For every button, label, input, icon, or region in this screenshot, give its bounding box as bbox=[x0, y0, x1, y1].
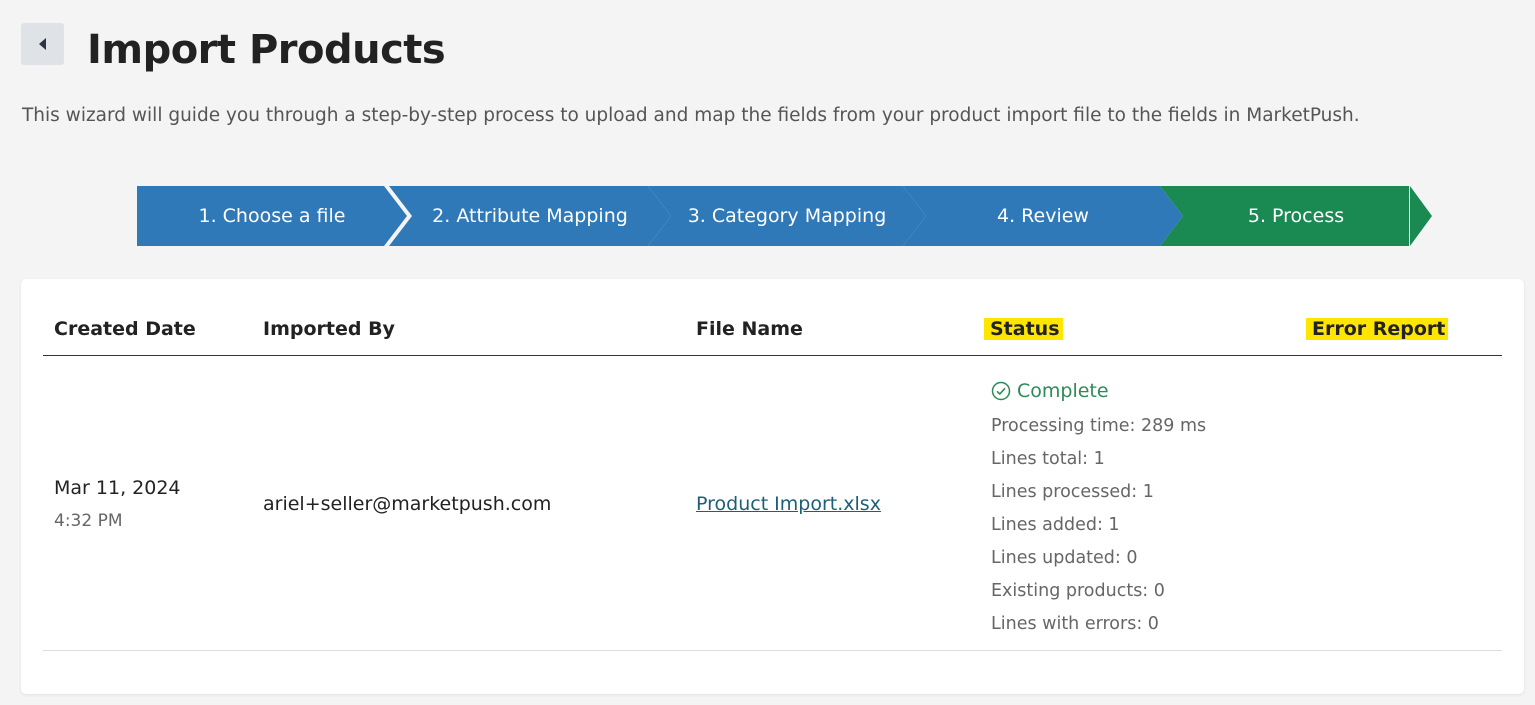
column-header-file-name: File Name bbox=[696, 318, 803, 340]
lines-updated: Lines updated: 0 bbox=[991, 548, 1138, 568]
step-label: 3. Category Mapping bbox=[687, 205, 887, 227]
lines-processed: Lines processed: 1 bbox=[991, 482, 1154, 502]
step-attribute-mapping[interactable]: 2. Attribute Mapping bbox=[389, 186, 671, 246]
lines-with-errors: Lines with errors: 0 bbox=[991, 614, 1159, 634]
wizard-steps: 1. Choose a file 2. Attribute Mapping 3.… bbox=[137, 186, 1437, 246]
column-header-status: Status bbox=[984, 317, 1063, 341]
step-review[interactable]: 4. Review bbox=[903, 186, 1183, 246]
step-label: 4. Review bbox=[997, 205, 1089, 227]
step-category-mapping[interactable]: 3. Category Mapping bbox=[648, 186, 926, 246]
column-header-imported-by: Imported By bbox=[263, 318, 395, 340]
column-header-error-report: Error Report bbox=[1306, 317, 1449, 341]
page-title: Import Products bbox=[87, 27, 446, 73]
page-subtitle: This wizard will guide you through a ste… bbox=[22, 105, 1360, 126]
status-label: Complete bbox=[1017, 380, 1109, 402]
step-process[interactable]: 5. Process bbox=[1160, 186, 1432, 246]
column-header-created-date: Created Date bbox=[54, 318, 196, 340]
status-complete: Complete bbox=[991, 379, 1109, 403]
check-circle-icon bbox=[991, 381, 1011, 401]
step-label: 5. Process bbox=[1247, 205, 1345, 227]
row-divider bbox=[43, 650, 1502, 651]
created-time: 4:32 PM bbox=[54, 511, 123, 531]
processing-time: Processing time: 289 ms bbox=[991, 416, 1207, 436]
step-label: 2. Attribute Mapping bbox=[432, 205, 628, 227]
step-choose-file[interactable]: 1. Choose a file bbox=[137, 186, 407, 246]
created-date: Mar 11, 2024 bbox=[54, 477, 181, 499]
back-button[interactable] bbox=[21, 23, 64, 65]
import-history-table: Created Date Imported By File Name Statu… bbox=[21, 279, 1524, 694]
lines-total: Lines total: 1 bbox=[991, 449, 1105, 469]
file-name-link[interactable]: Product Import.xlsx bbox=[696, 492, 881, 516]
step-label: 1. Choose a file bbox=[198, 205, 346, 227]
column-header-error-report-label: Error Report bbox=[1306, 318, 1449, 340]
imported-by-email: ariel+seller@marketpush.com bbox=[263, 493, 552, 515]
header-divider bbox=[43, 355, 1502, 356]
existing-products: Existing products: 0 bbox=[991, 581, 1165, 601]
column-header-status-label: Status bbox=[984, 318, 1063, 340]
caret-left-icon bbox=[38, 38, 46, 50]
lines-added: Lines added: 1 bbox=[991, 515, 1120, 535]
